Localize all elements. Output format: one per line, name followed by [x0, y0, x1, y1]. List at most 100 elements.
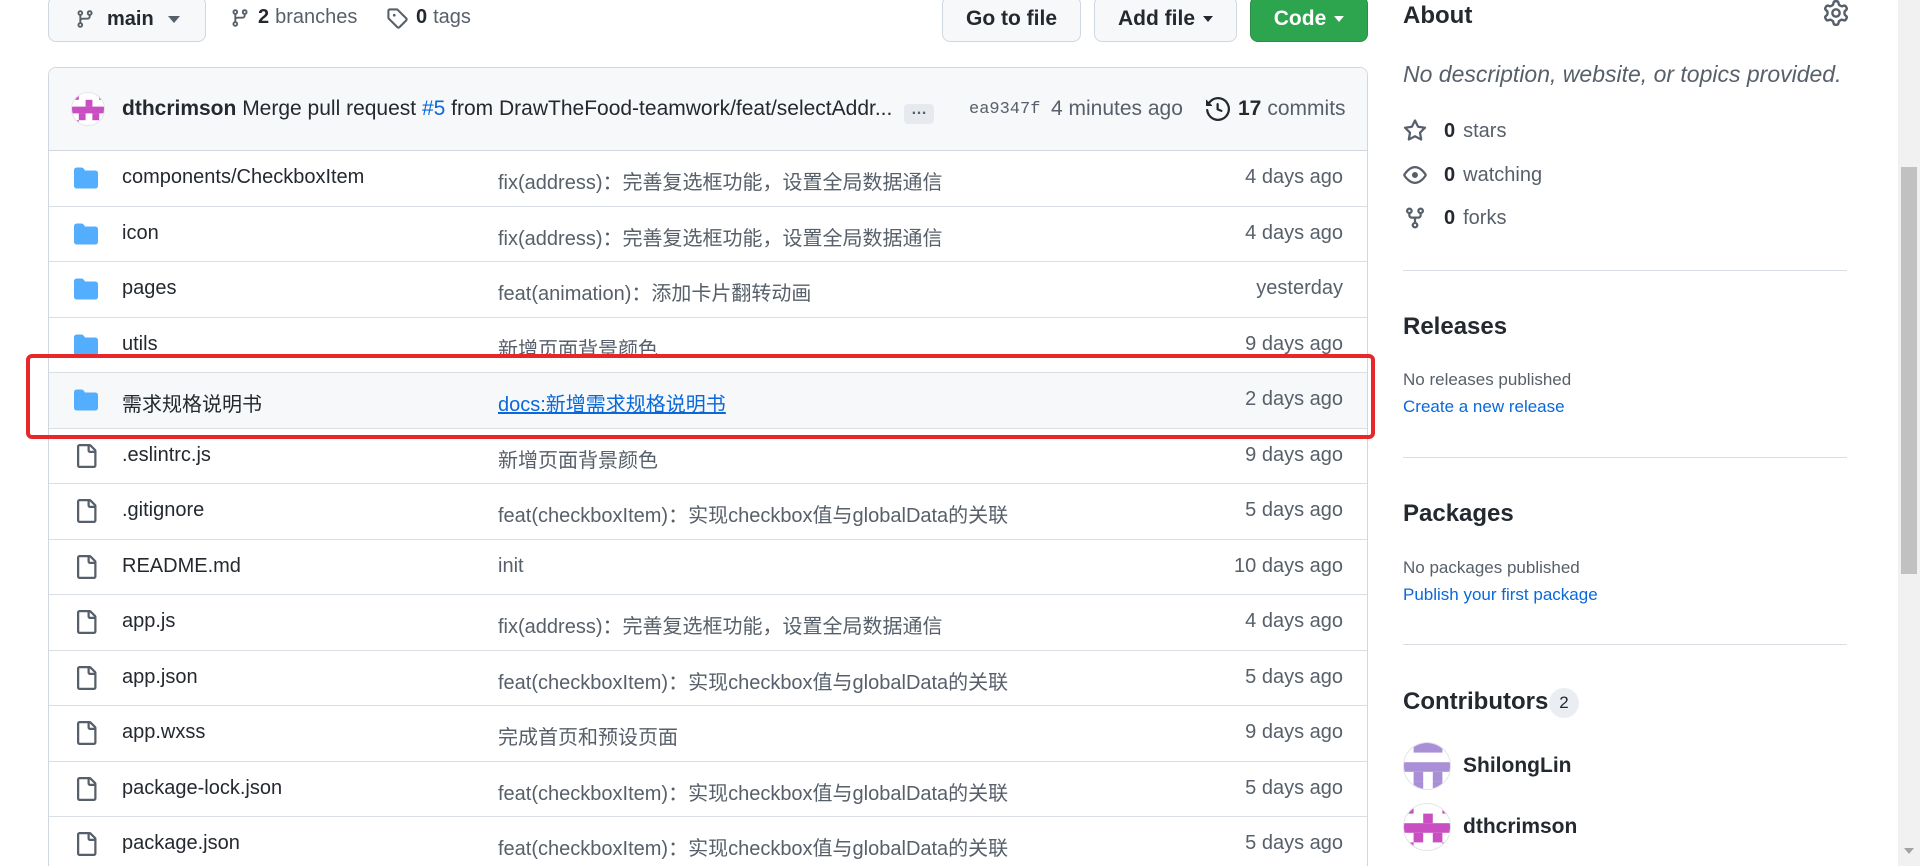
git-branch-icon: [232, 8, 248, 27]
avatar[interactable]: [1403, 742, 1451, 790]
commit-time[interactable]: 4 minutes ago: [1051, 97, 1183, 121]
commit-age: 4 days ago: [1245, 610, 1343, 632]
file-name-link[interactable]: README.md: [122, 555, 241, 578]
file-name-link[interactable]: app.wxss: [122, 721, 205, 744]
commit-message-link[interactable]: 新增页面背景颜色: [498, 333, 658, 362]
file-name-link[interactable]: utils: [122, 333, 158, 356]
commit-author[interactable]: dthcrimson: [122, 97, 236, 120]
contributor-name[interactable]: dthcrimson: [1463, 815, 1577, 839]
tags-link[interactable]: 0 tags: [386, 6, 471, 29]
commit-message-link[interactable]: feat(animation)：添加卡片翻转动画: [498, 277, 811, 306]
file-icon: [73, 554, 99, 579]
contributor-item[interactable]: dthcrimson: [1403, 803, 1577, 851]
table-row[interactable]: 需求规格说明书 docs:新增需求规格说明书 2 days ago: [49, 373, 1367, 429]
table-row[interactable]: app.js fix(address)：完善复选框功能，设置全局数据通信 4 day…: [49, 595, 1367, 651]
folder-icon: [73, 277, 99, 301]
releases-title[interactable]: Releases: [1403, 313, 1507, 341]
watching-link[interactable]: 0 watching: [1403, 163, 1542, 187]
tag-icon: [387, 7, 408, 29]
avatar[interactable]: [1403, 803, 1451, 851]
file-name-link[interactable]: .gitignore: [122, 499, 204, 522]
code-button[interactable]: Code: [1250, 0, 1368, 42]
file-name-link[interactable]: components/CheckboxItem: [122, 166, 364, 189]
commit-age: 4 days ago: [1245, 166, 1343, 188]
expand-commit-button[interactable]: …: [904, 102, 934, 124]
commits-link[interactable]: 17 commits: [1206, 97, 1346, 121]
commit-age: 9 days ago: [1245, 721, 1343, 743]
contributors-title[interactable]: Contributors: [1403, 688, 1548, 716]
commit-message-link[interactable]: feat(checkboxItem)：实现checkbox值与globalDat…: [498, 499, 1008, 528]
table-row[interactable]: package-lock.json feat(checkboxItem)：实现ch…: [49, 762, 1367, 817]
avatar[interactable]: [71, 92, 105, 126]
commit-message-link[interactable]: feat(checkboxItem)：实现checkbox值与globalDat…: [498, 777, 1008, 806]
branches-link[interactable]: 2 branches: [230, 6, 357, 29]
table-row[interactable]: icon fix(address)：完善复选框功能，设置全局数据通信 4 days …: [49, 207, 1367, 262]
table-row[interactable]: components/CheckboxItem fix(address)：完善复选…: [49, 151, 1367, 207]
folder-icon: [73, 333, 99, 357]
commit-age: 5 days ago: [1245, 776, 1343, 799]
go-to-file-button[interactable]: Go to file: [942, 0, 1081, 42]
commit-message-pre[interactable]: Merge pull request: [242, 97, 416, 120]
contributor-item[interactable]: ShilongLin: [1403, 742, 1571, 790]
file-name-link[interactable]: package.json: [122, 832, 240, 855]
tags-count: 0: [416, 6, 428, 28]
table-row[interactable]: utils 新增页面背景颜色 9 days ago: [49, 318, 1367, 373]
file-name-link[interactable]: pages: [122, 277, 177, 300]
table-row[interactable]: .gitignore feat(checkboxItem)：实现checkbox值…: [49, 484, 1367, 540]
chevron-down-icon: [1334, 16, 1345, 22]
file-name-link[interactable]: icon: [122, 222, 159, 245]
gear-icon[interactable]: [1823, 0, 1849, 26]
file-name-link[interactable]: package-lock.json: [122, 777, 282, 800]
file-name-link[interactable]: .eslintrc.js: [122, 444, 211, 467]
commit-message-post[interactable]: from DrawTheFood-teamwork/feat/selectAdd…: [451, 97, 892, 120]
table-row[interactable]: .eslintrc.js 新增页面背景颜色 9 days ago: [49, 429, 1367, 484]
about-description: No description, website, or topics provi…: [1403, 61, 1842, 87]
commit-message-link[interactable]: feat(checkboxItem)：实现checkbox值与globalDat…: [498, 666, 1008, 695]
commit-message-link[interactable]: init: [498, 555, 524, 578]
identicon-icon: [72, 93, 104, 125]
scrollbar-thumb[interactable]: [1901, 167, 1917, 574]
watching-count: 0: [1444, 163, 1456, 186]
file-name-link[interactable]: app.js: [122, 610, 175, 633]
create-release-link[interactable]: Create a new release: [1403, 397, 1565, 417]
commit-age: 10 days ago: [1234, 554, 1343, 577]
commit-age: 2 days ago: [1245, 388, 1343, 410]
file-icon: [73, 832, 99, 856]
commit-message-link[interactable]: 完成首页和预设页面: [498, 721, 678, 750]
commit-message-link[interactable]: fix(address)：完善复选框功能，设置全局数据通信: [498, 166, 942, 195]
publish-package-link[interactable]: Publish your first package: [1403, 585, 1598, 605]
contributor-name[interactable]: ShilongLin: [1463, 754, 1571, 778]
scroll-down-arrow-icon[interactable]: [1904, 848, 1914, 854]
stars-link[interactable]: 0 stars: [1403, 119, 1506, 143]
pull-request-link[interactable]: #5: [422, 97, 445, 120]
file-name-link[interactable]: app.json: [122, 666, 198, 689]
file-icon: [73, 665, 99, 690]
page-scrollbar[interactable]: [1898, 0, 1920, 866]
commit-message-link[interactable]: fix(address)：完善复选框功能，设置全局数据通信: [498, 610, 942, 639]
file-icon: [73, 721, 99, 745]
table-row[interactable]: app.wxss 完成首页和预设页面 9 days ago: [49, 706, 1367, 762]
branch-select-button[interactable]: main: [48, 0, 206, 42]
commit-age: 4 days ago: [1245, 221, 1343, 244]
packages-title[interactable]: Packages: [1403, 500, 1514, 528]
folder-icon: [73, 222, 99, 246]
sidebar-divider: [1403, 457, 1847, 458]
commit-message-link[interactable]: 新增页面背景颜色: [498, 444, 658, 473]
commit-message-link[interactable]: docs:新增需求规格说明书: [498, 388, 726, 417]
commit-age: 9 days ago: [1245, 443, 1343, 466]
branch-name: main: [107, 7, 154, 30]
forks-link[interactable]: 0 forks: [1403, 206, 1506, 230]
commit-age: 5 days ago: [1245, 499, 1343, 521]
commit-message-link[interactable]: feat(checkboxItem)：实现checkbox值与globalDat…: [498, 832, 1008, 861]
commit-sha[interactable]: ea9347f: [969, 100, 1040, 119]
star-icon: [1403, 119, 1427, 141]
table-row[interactable]: package.json feat(checkboxItem)：实现checkbo…: [49, 817, 1367, 866]
about-title: About: [1403, 2, 1473, 29]
add-file-button[interactable]: Add file: [1094, 0, 1237, 42]
table-row[interactable]: README.md init 10 days ago: [49, 540, 1367, 595]
table-row[interactable]: app.json feat(checkboxItem)：实现checkbox值与g…: [49, 651, 1367, 706]
file-name-link[interactable]: 需求规格说明书: [122, 388, 262, 417]
commit-message-link[interactable]: fix(address)：完善复选框功能，设置全局数据通信: [498, 222, 942, 251]
releases-empty-text: No releases published: [1403, 370, 1572, 389]
table-row[interactable]: pages feat(animation)：添加卡片翻转动画 yesterday: [49, 262, 1367, 318]
